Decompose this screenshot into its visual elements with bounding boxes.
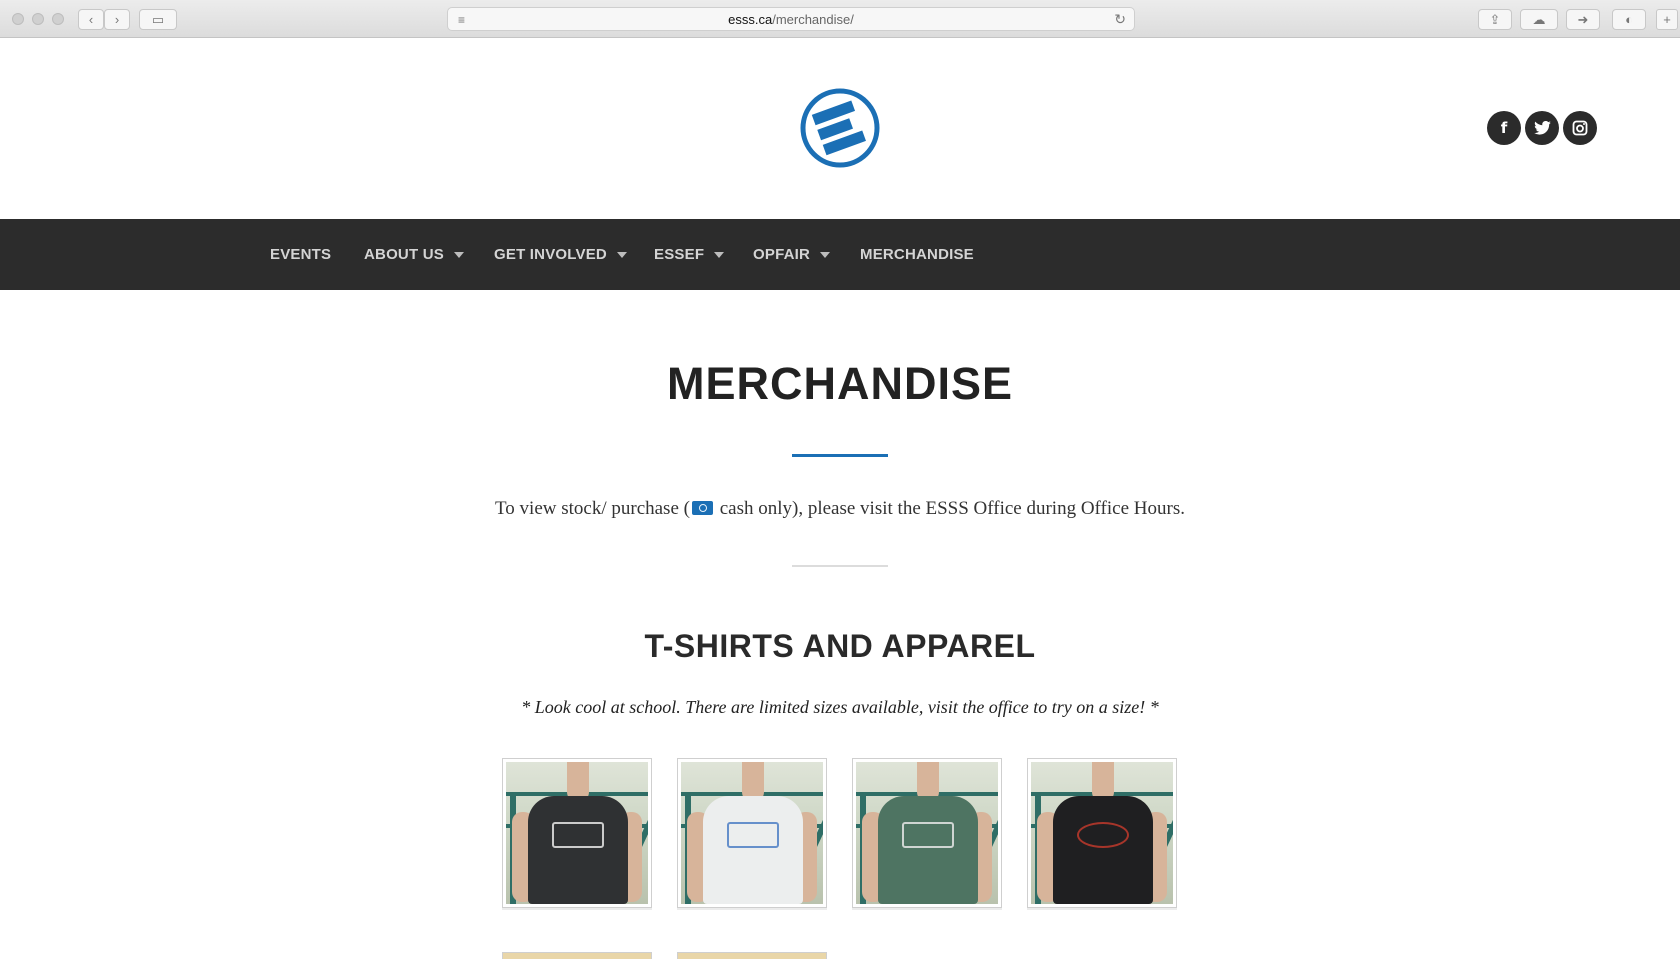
intro-text-after: cash only), please visit the ESSS Office…: [714, 498, 1185, 519]
tshirt: [528, 796, 628, 904]
product-photo: [856, 762, 998, 904]
tshirt-print: [1077, 822, 1129, 848]
tshirt: [878, 796, 978, 904]
shield-icon: ◐: [1625, 12, 1633, 27]
product-photo: [1031, 762, 1173, 904]
section-title: T-SHIRTS AND APPAREL: [644, 628, 1036, 664]
instagram-icon[interactable]: [1563, 111, 1597, 145]
share-icon: ⇪: [1489, 11, 1501, 27]
product-photo: [506, 762, 648, 904]
arrow-right-icon: ➜: [1577, 11, 1589, 27]
facebook-icon[interactable]: f: [1487, 111, 1521, 145]
instagram-camera-icon: [1572, 120, 1588, 136]
share-button[interactable]: ⇪: [1478, 9, 1512, 30]
title-divider: [792, 454, 888, 457]
product-thumbnail-uniquely-engineered-tee-white[interactable]: [677, 758, 827, 908]
product-thumbnail[interactable]: [677, 952, 827, 959]
new-tab-button[interactable]: +: [1656, 9, 1678, 30]
caret-down-icon: [820, 251, 831, 258]
nav-label: GET INVOLVED: [494, 246, 607, 263]
twitter-bird-icon: [1533, 121, 1551, 135]
sidebar-icon: ▭: [151, 11, 165, 27]
url-path: /merchandise/: [772, 11, 854, 27]
nav-label: MERCHANDISE: [860, 246, 974, 263]
browser-toolbar: ‹ › ▭ ≡ esss.ca/merchandise/ ↻ ⇪ ☁ ➜ ◐ +: [0, 0, 1680, 38]
thumbnail-shadow: [677, 908, 827, 910]
caret-down-icon: [616, 251, 627, 258]
plus-icon: +: [1663, 12, 1671, 27]
product-thumbnail-evolution-tee-charcoal[interactable]: [502, 758, 652, 908]
tshirt-print: [727, 822, 779, 848]
product-photo: [681, 762, 823, 904]
caret-down-icon: [453, 251, 464, 258]
minimize-window-button[interactable]: [32, 13, 44, 25]
section-note: * Look cool at school. There are limited…: [521, 697, 1159, 717]
thumbnail-shadow: [502, 908, 652, 910]
product-thumbnail[interactable]: [502, 952, 652, 959]
back-button[interactable]: ‹: [78, 9, 104, 30]
url-host: esss.ca: [728, 11, 773, 27]
twitter-icon[interactable]: [1525, 111, 1559, 145]
nav-item-merchandise[interactable]: MERCHANDISE: [860, 219, 974, 290]
thumbnail-shadow: [1027, 908, 1177, 910]
nav-item-events[interactable]: EVENTS: [270, 219, 331, 290]
tshirt-print: [902, 822, 954, 848]
close-window-button[interactable]: [12, 13, 24, 25]
tshirt-print: [552, 822, 604, 848]
intro-text: To view stock/ purchase ( cash only), pl…: [0, 498, 1680, 520]
sidebar-toggle-button[interactable]: ▭: [139, 9, 177, 30]
cash-icon: [691, 501, 713, 515]
page-title: MERCHANDISE: [666, 358, 1014, 409]
chevron-left-icon: ‹: [88, 12, 94, 27]
reload-icon[interactable]: ↻: [1114, 11, 1126, 28]
forward-button[interactable]: ›: [104, 9, 130, 30]
extension-button[interactable]: ➜: [1566, 9, 1600, 30]
nav-item-get-involved[interactable]: GET INVOLVED: [494, 219, 627, 290]
caret-down-icon: [714, 251, 725, 258]
tshirt: [1053, 796, 1153, 904]
esss-logo[interactable]: [799, 87, 881, 169]
thumbnail-shadow: [852, 908, 1002, 910]
icloud-tabs-button[interactable]: ☁: [1520, 9, 1558, 30]
nav-item-opfair[interactable]: OPFAIR: [753, 219, 831, 290]
tshirt: [703, 796, 803, 904]
intro-text-before: To view stock/ purchase (: [495, 498, 690, 519]
product-thumbnail-globe-tee-black[interactable]: [1027, 758, 1177, 908]
chevron-right-icon: ›: [114, 12, 120, 27]
address-bar[interactable]: ≡ esss.ca/merchandise/ ↻: [447, 7, 1135, 31]
nav-label: EVENTS: [270, 246, 332, 263]
section-divider: [792, 565, 888, 567]
nav-label: ABOUT US: [364, 246, 444, 263]
extension-button-2[interactable]: ◐: [1612, 9, 1646, 30]
nav-label: OPFAIR: [753, 246, 811, 263]
nav-item-about-us[interactable]: ABOUT US: [364, 219, 464, 290]
nav-item-essef[interactable]: ESSEF: [654, 219, 725, 290]
cloud-icon: ☁: [1532, 11, 1546, 27]
reader-list-icon[interactable]: ≡: [458, 13, 465, 27]
zoom-window-button[interactable]: [52, 13, 64, 25]
main-nav: EVENTS ABOUT US GET INVOLVED ESSEF OPFAI…: [0, 219, 1680, 290]
product-thumbnail-evolution-tee-green[interactable]: [852, 758, 1002, 908]
nav-label: ESSEF: [654, 246, 705, 263]
